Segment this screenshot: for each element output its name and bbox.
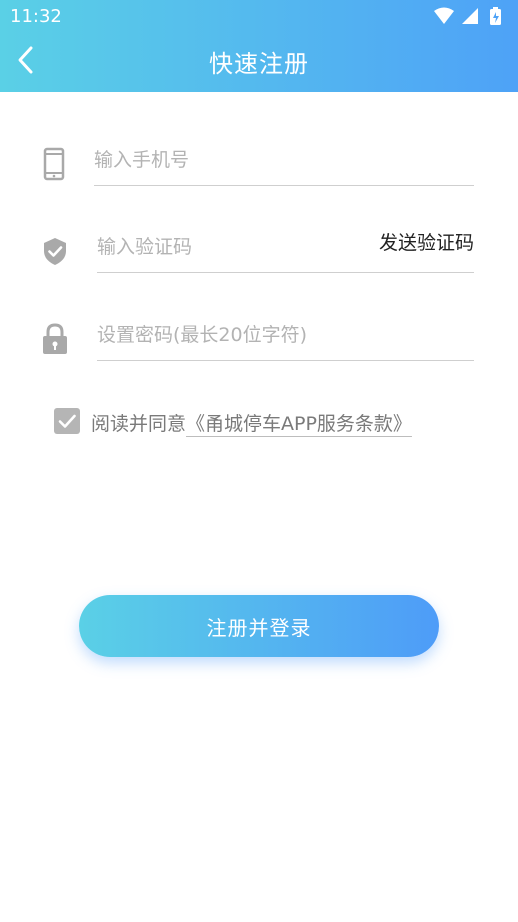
code-row: 发送验证码	[0, 222, 518, 282]
status-time: 11:32	[10, 6, 62, 27]
shield-check-icon	[40, 234, 70, 268]
code-input[interactable]	[97, 230, 358, 264]
password-row	[0, 310, 518, 370]
check-icon	[58, 414, 76, 428]
phone-row	[0, 135, 518, 195]
app-header: 11:32 快速注册	[0, 0, 518, 92]
terms-link[interactable]: 《甬城停车APP服务条款》	[186, 413, 412, 435]
signal-icon	[462, 8, 478, 24]
code-underline	[97, 272, 474, 273]
phone-input[interactable]	[94, 143, 474, 177]
lock-icon	[40, 322, 70, 356]
agreement-prefix: 阅读并同意	[91, 413, 187, 435]
agree-checkbox[interactable]	[54, 408, 80, 434]
phone-icon	[40, 147, 70, 181]
page-title: 快速注册	[209, 50, 309, 78]
battery-icon	[490, 7, 501, 25]
register-login-button[interactable]: 注册并登录	[79, 595, 439, 657]
status-icons	[432, 6, 510, 28]
send-code-button[interactable]: 发送验证码	[379, 228, 474, 255]
password-input[interactable]	[97, 318, 474, 352]
agreement-row: 阅读并同意《甬城停车APP服务条款》	[54, 404, 474, 438]
password-underline	[97, 360, 474, 361]
agreement-text: 阅读并同意《甬城停车APP服务条款》	[91, 409, 412, 436]
phone-underline	[94, 185, 474, 186]
wifi-icon	[434, 7, 454, 24]
